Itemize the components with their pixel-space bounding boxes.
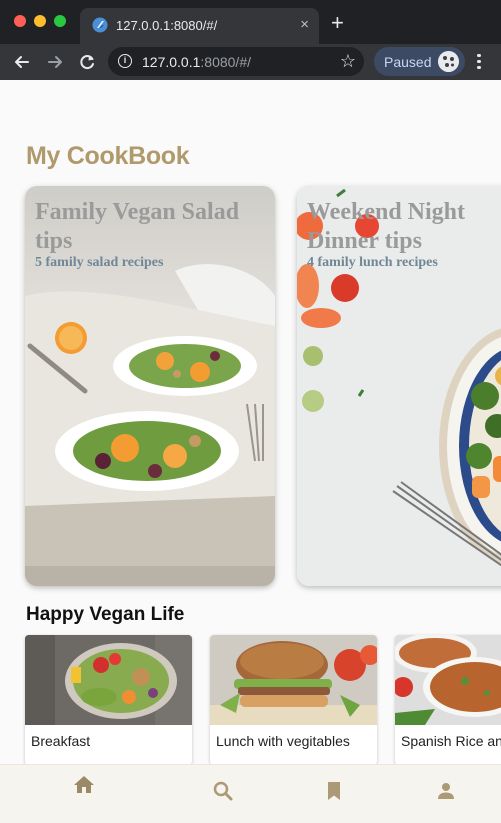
- recipe-card-label: Lunch with vegitables: [216, 733, 350, 749]
- featured-card-subtitle: 4 family lunch recipes: [307, 255, 438, 270]
- spanish-rice-photo: [395, 635, 501, 725]
- recipe-card-lunch[interactable]: Lunch with vegitables: [210, 635, 377, 765]
- recipe-card-breakfast[interactable]: Breakfast: [25, 635, 192, 765]
- featured-card-title: Family Vegan Salad tips: [35, 199, 240, 254]
- new-tab-button[interactable]: +: [331, 12, 344, 34]
- section-title: Happy Vegan Life: [26, 604, 185, 625]
- flutter-favicon-icon: [92, 17, 108, 33]
- featured-card-title: Weekend Night Dinner tips: [307, 199, 466, 254]
- bookmark-star-icon[interactable]: ☆: [340, 51, 356, 72]
- forward-arrow-icon[interactable]: [44, 51, 66, 73]
- recipe-card-label: Spanish Rice and: [401, 733, 501, 749]
- recipe-card-spanish-rice[interactable]: Spanish Rice and: [395, 635, 501, 765]
- featured-card-salad[interactable]: Family Vegan Salad tips 5 family salad r…: [25, 186, 275, 586]
- address-bar[interactable]: i 127.0.0.1:8080/#/ ☆: [108, 47, 364, 76]
- profile-avatar-icon: [438, 51, 459, 72]
- bottom-navigation: [0, 764, 501, 823]
- bookmark-icon[interactable]: [322, 779, 346, 803]
- featured-card-subtitle: 5 family salad recipes: [35, 255, 164, 270]
- profile-status: Paused: [384, 54, 432, 70]
- site-info-icon[interactable]: i: [118, 54, 132, 68]
- reload-icon[interactable]: [76, 51, 98, 73]
- breakfast-photo: [25, 635, 192, 725]
- browser-tab[interactable]: 127.0.0.1:8080/#/ ×: [80, 8, 319, 44]
- search-icon[interactable]: [211, 779, 235, 803]
- browser-toolbar: i 127.0.0.1:8080/#/ ☆ Paused: [0, 44, 501, 80]
- tab-title: 127.0.0.1:8080/#/: [116, 18, 218, 33]
- person-icon[interactable]: [434, 779, 458, 803]
- app-viewport: My CookBook Family Vegan Salad tips 5 fa…: [0, 80, 501, 823]
- recipe-card-label: Breakfast: [31, 733, 91, 749]
- home-icon[interactable]: [72, 773, 96, 797]
- featured-card-dinner[interactable]: Weekend Night Dinner tips 4 family lunch…: [297, 186, 501, 586]
- page-title: My CookBook: [26, 142, 190, 170]
- url-text[interactable]: 127.0.0.1:8080/#/: [142, 54, 251, 70]
- profile-button[interactable]: Paused: [374, 47, 465, 76]
- close-window-button[interactable]: [14, 15, 26, 27]
- minimize-window-button[interactable]: [34, 15, 46, 27]
- browser-tab-strip: 127.0.0.1:8080/#/ × +: [0, 0, 501, 44]
- burger-photo: [210, 635, 377, 725]
- back-arrow-icon[interactable]: [11, 51, 33, 73]
- maximize-window-button[interactable]: [54, 15, 66, 27]
- browser-menu-icon[interactable]: [472, 51, 486, 73]
- tab-close-icon[interactable]: ×: [300, 16, 309, 34]
